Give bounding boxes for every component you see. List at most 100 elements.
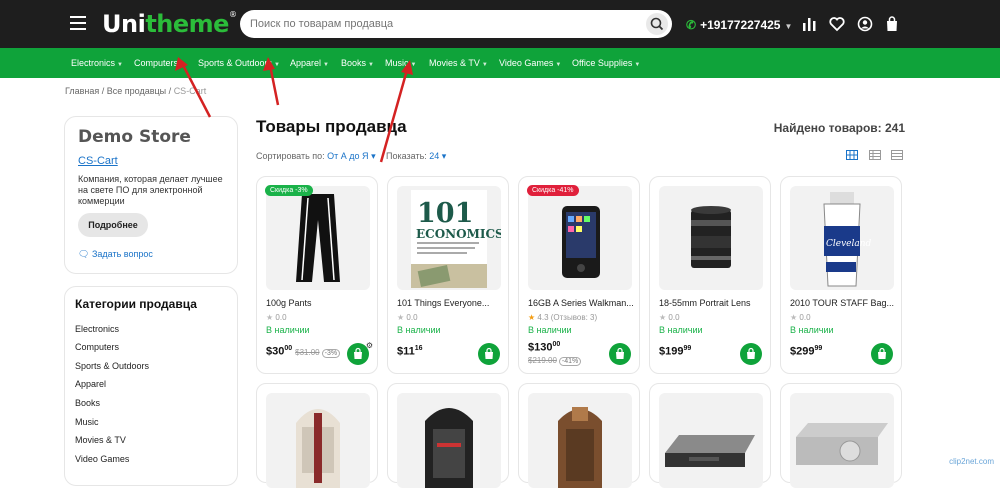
- chat-icon: 🗨: [78, 249, 90, 259]
- store-name: Demo Store: [78, 127, 191, 147]
- list-view-icon[interactable]: [869, 150, 881, 160]
- page-title: Товары продавца: [256, 117, 407, 136]
- product-name[interactable]: 2010 TOUR STAFF Bag...: [790, 298, 894, 308]
- store-link[interactable]: CS-Cart: [78, 155, 118, 167]
- product-image-golf-bag[interactable]: Cleveland: [790, 186, 894, 290]
- product-card[interactable]: Скидка -3% 100g Pants ★ 0.0 В наличии $3…: [256, 176, 378, 374]
- compact-list-view-icon[interactable]: [891, 150, 903, 160]
- product-card[interactable]: 101 ECONOMICS 101 Things Everyone... ★ 0.…: [387, 176, 509, 374]
- product-card[interactable]: [256, 383, 378, 488]
- product-rating: ★ 4.3 (Отзывов: 3): [528, 313, 598, 322]
- nav-item-apparel[interactable]: Apparel ▼: [290, 58, 329, 68]
- stock-status: В наличии: [659, 325, 703, 335]
- category-link[interactable]: Video Games: [75, 454, 129, 464]
- product-price: $1116: [397, 345, 423, 358]
- product-card[interactable]: Cleveland 2010 TOUR STAFF Bag... ★ 0.0 В…: [780, 176, 902, 374]
- product-image-backpack-white[interactable]: [266, 393, 370, 488]
- add-to-cart-button[interactable]: [609, 343, 631, 365]
- product-price: $19999: [659, 345, 692, 358]
- svg-text:101: 101: [417, 198, 473, 229]
- logo[interactable]: Unitheme®: [102, 10, 237, 38]
- phone-link[interactable]: ✆ +19177227425 ▼: [686, 18, 792, 32]
- stock-status: В наличии: [528, 325, 572, 335]
- product-rating: ★ 0.0: [266, 313, 287, 322]
- category-link[interactable]: Movies & TV: [75, 435, 126, 445]
- product-name[interactable]: 101 Things Everyone...: [397, 298, 489, 308]
- category-link[interactable]: Electronics: [75, 324, 119, 334]
- sort-control[interactable]: Сортировать по: От А до Я ▾: [256, 151, 376, 162]
- watermark: clip2net.com: [949, 457, 994, 466]
- top-header: Unitheme® ✆+19177227425▼: [0, 0, 1000, 48]
- store-description: Компания, которая делает лучшее на свете…: [78, 174, 223, 206]
- phone-icon: ✆: [686, 18, 697, 32]
- product-card[interactable]: [518, 383, 640, 488]
- chevron-down-icon: ▼: [784, 22, 793, 31]
- product-price: $29999: [790, 345, 823, 358]
- breadcrumb-home[interactable]: Главная: [65, 86, 99, 96]
- categories-title: Категории продавца: [75, 297, 197, 311]
- search-input[interactable]: [240, 10, 630, 38]
- items-per-page-control[interactable]: Показать: 24 ▾: [386, 151, 446, 162]
- product-name[interactable]: 100g Pants: [266, 298, 312, 308]
- category-nav: Electronics ▼ Computers ▼ Sports & Outdoor…: [0, 48, 1000, 78]
- product-card[interactable]: [649, 383, 771, 488]
- product-rating: ★ 0.0: [659, 313, 680, 322]
- nav-item-movies-tv[interactable]: Movies & TV ▼: [429, 58, 488, 68]
- nav-item-sports-outdoors[interactable]: Sports & Outdoors ▼: [198, 58, 280, 68]
- product-card[interactable]: 18-55mm Portrait Lens ★ 0.0 В наличии $1…: [649, 176, 771, 374]
- nav-item-books[interactable]: Books ▼: [341, 58, 374, 68]
- product-card[interactable]: Скидка -41% 16GB A Series Walkman... ★ 4…: [518, 176, 640, 374]
- discount-badge: Скидка -41%: [527, 185, 579, 196]
- category-link[interactable]: Computers: [75, 342, 119, 352]
- search-bar: [240, 10, 672, 38]
- product-card[interactable]: [387, 383, 509, 488]
- product-price: $13000 $219.00 -41%: [528, 341, 582, 366]
- wishlist-heart-icon[interactable]: [829, 16, 845, 32]
- ask-question-link[interactable]: 🗨 Задать вопрос: [78, 249, 153, 260]
- search-button[interactable]: [646, 13, 668, 35]
- product-image-book[interactable]: 101 ECONOMICS: [397, 186, 501, 290]
- shopping-bag-icon: [616, 347, 624, 359]
- stock-status: В наличии: [266, 325, 310, 335]
- category-link[interactable]: Sports & Outdoors: [75, 361, 149, 371]
- product-card[interactable]: [780, 383, 902, 488]
- settings-gear-icon[interactable]: ⚙: [366, 341, 373, 350]
- category-link[interactable]: Books: [75, 398, 100, 408]
- stock-status: В наличии: [790, 325, 834, 335]
- discount-badge: Скидка -3%: [265, 185, 313, 196]
- product-image-backpack-brown[interactable]: [528, 393, 632, 488]
- breadcrumb-sellers[interactable]: Все продавцы: [107, 86, 166, 96]
- product-image-blu-ray-player[interactable]: [790, 393, 894, 488]
- nav-item-office-supplies[interactable]: Office Supplies ▼: [572, 58, 640, 68]
- category-link[interactable]: Apparel: [75, 379, 106, 389]
- compare-icon[interactable]: [801, 16, 817, 32]
- products-found-count: Найдено товаров: 241: [773, 121, 905, 135]
- product-image-pants[interactable]: [266, 186, 370, 290]
- store-info-card: Demo Store CS-Cart Компания, которая дел…: [64, 116, 238, 274]
- product-price: $3000 $31.00 -3%: [266, 345, 341, 358]
- seller-categories-card: Категории продавца Electronics Computers…: [64, 286, 238, 486]
- product-image-walkman[interactable]: [528, 186, 632, 290]
- grid-view-icon[interactable]: [846, 150, 858, 160]
- breadcrumb: Главная / Все продавцы / CS-Cart: [65, 86, 207, 96]
- add-to-cart-button[interactable]: [871, 343, 893, 365]
- nav-item-music[interactable]: Music ▼: [385, 58, 416, 68]
- nav-item-computers[interactable]: Computers ▼: [134, 58, 186, 68]
- menu-icon[interactable]: [70, 16, 86, 30]
- add-to-cart-button[interactable]: [478, 343, 500, 365]
- category-link[interactable]: Music: [75, 417, 99, 427]
- shopping-bag-icon: [485, 347, 493, 359]
- product-name[interactable]: 18-55mm Portrait Lens: [659, 298, 751, 308]
- cart-bag-icon[interactable]: [884, 16, 900, 32]
- more-info-button[interactable]: Подробнее: [78, 213, 148, 237]
- product-image-media-player[interactable]: [659, 393, 763, 488]
- add-to-cart-button[interactable]: [740, 343, 762, 365]
- product-image-lens[interactable]: [659, 186, 763, 290]
- nav-item-electronics[interactable]: Electronics ▼: [71, 58, 123, 68]
- stock-status: В наличии: [397, 325, 441, 335]
- account-icon[interactable]: [857, 16, 873, 32]
- nav-item-video-games[interactable]: Video Games ▼: [499, 58, 561, 68]
- svg-text:Cleveland: Cleveland: [826, 239, 872, 249]
- product-image-backpack-black[interactable]: [397, 393, 501, 488]
- product-name[interactable]: 16GB A Series Walkman...: [528, 298, 634, 308]
